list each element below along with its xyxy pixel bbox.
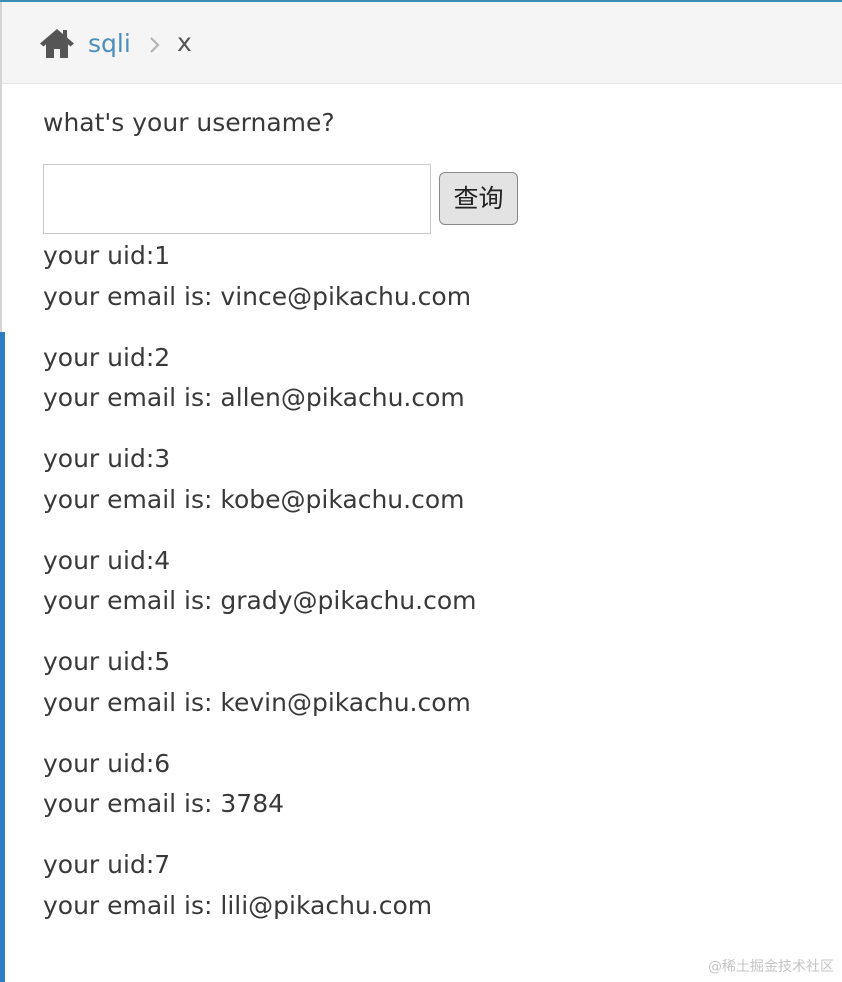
email-line: your email is: 3784 [43, 789, 285, 818]
result-item: your uid:2 your email is: allen@pikachu.… [43, 338, 803, 440]
email-line: your email is: allen@pikachu.com [43, 383, 465, 412]
uid-line: your uid:6 [43, 748, 171, 778]
chevron-right-icon [148, 36, 162, 54]
result-item: your uid:6 your email is: 3784 [43, 744, 803, 846]
uid-line: your uid:1 [43, 241, 171, 270]
email-line: your email is: grady@pikachu.com [43, 586, 477, 615]
email-line: your email is: kevin@pikachu.com [43, 687, 471, 717]
breadcrumb: sqli x [2, 2, 842, 84]
uid-line: your uid:4 [43, 545, 171, 575]
page: sqli x what's your username? 查询 your uid… [0, 0, 842, 982]
watermark: @稀土掘金技术社区 [708, 959, 834, 975]
result-item: your uid:7 your email is: lili@pikachu.c… [43, 845, 803, 947]
username-input[interactable] [43, 164, 431, 234]
result-item: your uid:3 your email is: kobe@pikachu.c… [43, 439, 803, 541]
query-button[interactable]: 查询 [439, 172, 518, 225]
uid-line: your uid:7 [43, 850, 171, 879]
email-line: your email is: lili@pikachu.com [43, 890, 433, 920]
home-icon[interactable] [38, 27, 76, 59]
result-item: your uid:1 your email is: vince@pikachu.… [43, 236, 803, 338]
email-line: your email is: kobe@pikachu.com [43, 484, 465, 514]
result-item: your uid:5 your email is: kevin@pikachu.… [43, 642, 803, 744]
username-prompt: what's your username? [43, 108, 335, 137]
email-line: your email is: vince@pikachu.com [43, 281, 472, 311]
result-item: your uid:4 your email is: grady@pikachu.… [43, 541, 803, 643]
breadcrumb-current: x [177, 28, 192, 57]
uid-line: your uid:3 [43, 444, 171, 473]
results-list: your uid:1 your email is: vince@pikachu.… [43, 236, 803, 947]
uid-line: your uid:5 [43, 647, 171, 676]
sidebar-active-edge [0, 332, 5, 982]
breadcrumb-link-sqli[interactable]: sqli [88, 28, 131, 60]
uid-line: your uid:2 [43, 342, 171, 372]
